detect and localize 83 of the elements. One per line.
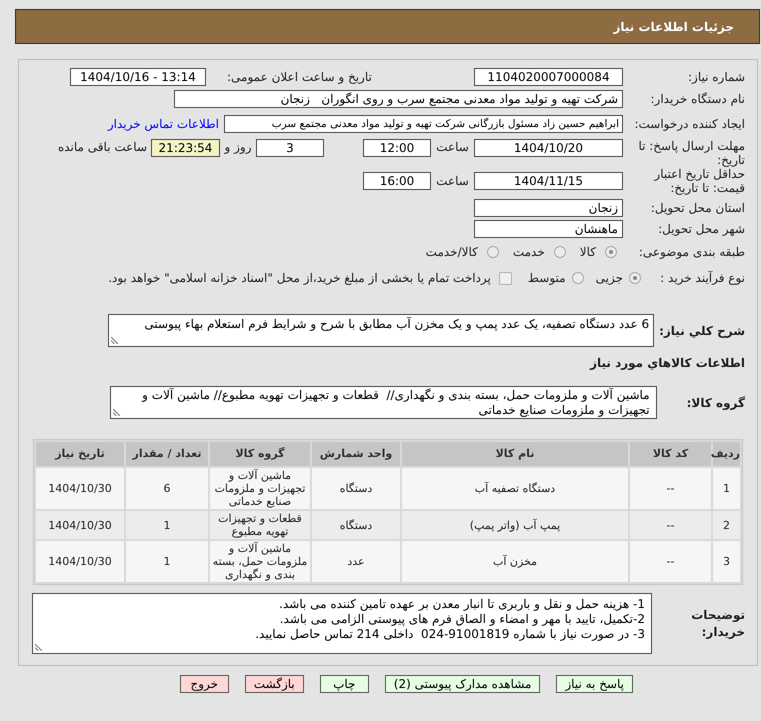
- table-cell: ماشین آلات و تجهیزات و ملزومات صنایع خدماتی: [210, 468, 310, 509]
- field-label: ایجاد کننده درخواست:: [634, 117, 745, 131]
- days-field[interactable]: 3: [256, 139, 324, 157]
- field-label: مهلت ارسال پاسخ: تا تاریخ:: [637, 139, 745, 167]
- resize-grip-icon[interactable]: [111, 337, 118, 344]
- radio-button[interactable]: [486, 246, 499, 258]
- field-label: گروه کالا:: [686, 394, 745, 410]
- time-field[interactable]: 16:00: [363, 172, 431, 190]
- column-header: واحد شمارش: [312, 442, 400, 466]
- action-button[interactable]: خروج: [180, 675, 229, 693]
- table-cell: دستگاه تصفیه آب: [402, 468, 628, 509]
- page-title: جزئیات اطلاعات نیاز: [613, 18, 734, 36]
- table-cell: --: [630, 541, 711, 582]
- table-cell: --: [630, 511, 711, 539]
- field-label: ساعت: [436, 139, 469, 155]
- column-header: کد کالا: [630, 442, 711, 466]
- section-title: اطلاعات کالاهاي مورد نياز: [590, 355, 745, 371]
- table-cell: 1404/10/30: [36, 511, 124, 539]
- option-label: کالا/خدمت: [426, 244, 478, 260]
- remaining-time-field[interactable]: 21:23:54: [151, 139, 220, 157]
- need-number-field[interactable]: 1104020007000084: [474, 68, 623, 86]
- goods-group-field[interactable]: ماشین آلات و ملزومات حمل، بسته بندی و نگهداری// قطعات و تجهیزات تهویه مطبوع// ماشین آلات و تجهیزات و ملزومات صنایع خدماتی: [110, 386, 657, 419]
- buyer-notes-field[interactable]: 1- هزینه حمل و نقل و باربری تا انبار معدن بر عهده تامین کننده می باشد. 2-تکمیل، تایید با مهر و امضاء و الصاق فرم های پیوستی الزامی می باشد. 3- در صورت نیاز با شماره 91001819-024 داخلی 214 تماس حاصل نمایید.: [32, 593, 652, 654]
- field-label: شماره نیاز:: [688, 70, 745, 84]
- field-label: نوع فرآیند خرید :: [660, 271, 745, 285]
- table-cell: پمپ آب (واتر پمپ): [402, 511, 628, 539]
- table-cell: 6: [126, 468, 208, 509]
- table-cell: --: [630, 468, 711, 509]
- table-cell: 1404/10/30: [36, 468, 124, 509]
- table-cell: 2: [713, 511, 740, 539]
- resize-grip-icon[interactable]: [35, 644, 42, 651]
- field-label: حداقل تاریخ اعتبار قیمت: تا تاریخ:: [652, 167, 745, 195]
- table-cell: 1: [126, 541, 208, 582]
- field-label: شهر محل تحویل:: [658, 222, 745, 236]
- time-field[interactable]: 12:00: [363, 139, 431, 157]
- field-label: توضیحات خریدار:: [690, 606, 745, 640]
- field-label: ساعت: [436, 173, 469, 189]
- action-button[interactable]: پاسخ به نیاز: [556, 675, 633, 693]
- option-label: پرداخت تمام یا بخشی از مبلغ خرید،از محل "اسناد خزانه اسلامی" خواهد بود.: [108, 270, 491, 286]
- table-cell: 1: [126, 511, 208, 539]
- description-field[interactable]: 6 عدد دستگاه تصفیه، یک عدد پمپ و یک مخزن آب مطابق با شرح و شرایط فرم استعلام بهاء پیوستی: [108, 314, 654, 347]
- field-label: ساعت باقی مانده: [58, 139, 147, 155]
- column-header: ردیف: [713, 442, 740, 466]
- table-cell: عدد: [312, 541, 400, 582]
- announce-datetime-field[interactable]: 1404/10/16 - 13:14: [70, 68, 206, 86]
- contact-link[interactable]: اطلاعات تماس خریدار: [108, 115, 219, 133]
- field-label: تاریخ و ساعت اعلان عمومی:: [227, 69, 372, 85]
- table-cell: ماشین آلات و ملزومات حمل، بسته بندی و نگهداری: [210, 541, 310, 582]
- date-field[interactable]: 1404/10/20: [474, 139, 623, 157]
- province-field[interactable]: زنجان: [474, 199, 623, 217]
- option-label: جزیی: [596, 270, 623, 286]
- option-label: متوسط: [528, 270, 566, 286]
- checkbox[interactable]: [498, 272, 512, 284]
- requester-field[interactable]: ابراهیم حسین زاد مسئول بازرگانی شرکت تهیه و تولید مواد معدنی مجتمع سرب: [224, 115, 623, 133]
- radio-button[interactable]: [554, 246, 566, 258]
- column-header: گروه کالا: [210, 442, 310, 466]
- option-label: کالا: [580, 244, 596, 260]
- table-cell: 1404/10/30: [36, 541, 124, 582]
- resize-grip-icon[interactable]: [113, 409, 120, 416]
- column-header: تعداد / مقدار: [126, 442, 208, 466]
- table-cell: قطعات و تجهیزات تهویه مطبوع: [210, 511, 310, 539]
- date-field[interactable]: 1404/11/15: [474, 172, 623, 190]
- table-cell: مخزن آب: [402, 541, 628, 582]
- table-cell: دستگاه: [312, 511, 400, 539]
- field-label: استان محل تحویل:: [650, 201, 745, 215]
- city-field[interactable]: ماهنشان: [474, 220, 623, 238]
- radio-button[interactable]: [605, 246, 617, 258]
- action-button[interactable]: چاپ: [320, 675, 369, 693]
- action-button[interactable]: مشاهده مدارک پیوستی (2): [384, 675, 540, 693]
- field-label: روز و: [224, 139, 252, 155]
- radio-button[interactable]: [629, 272, 641, 284]
- table-cell: دستگاه: [312, 468, 400, 509]
- option-label: خدمت: [512, 244, 545, 260]
- column-header: نام کالا: [402, 442, 628, 466]
- radio-button[interactable]: [572, 272, 584, 284]
- field-label: نام دستگاه خریدار:: [650, 92, 745, 106]
- table-cell: 1: [713, 468, 740, 509]
- action-button[interactable]: بازگشت: [244, 675, 304, 693]
- table-cell: 3: [713, 541, 740, 582]
- buyer-org-field[interactable]: شرکت تهیه و تولید مواد معدنی مجتمع سرب و روی انگوران زنجان: [174, 90, 623, 108]
- field-label: طبقه بندی موضوعی:: [638, 245, 745, 259]
- column-header: تاریخ نیاز: [36, 442, 124, 466]
- field-label: شرح کلي نياز:: [659, 322, 745, 338]
